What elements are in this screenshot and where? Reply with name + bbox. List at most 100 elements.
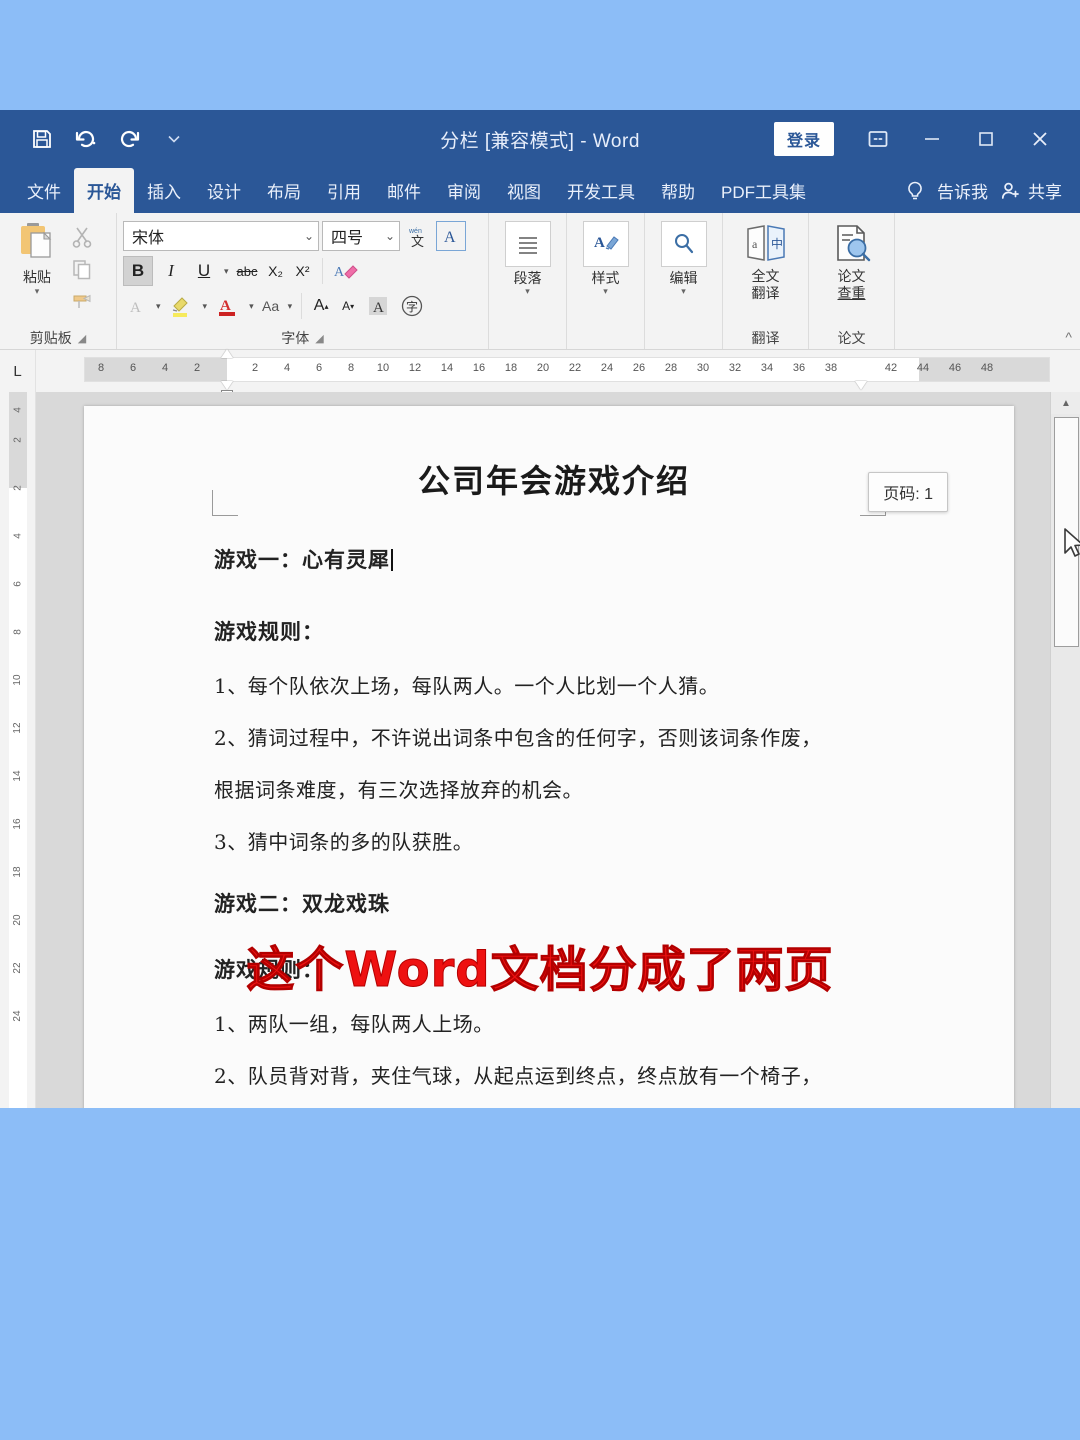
paragraph-button[interactable]: 段落 ▾	[495, 217, 560, 296]
ruler-tick: 4	[12, 407, 24, 413]
ruler-tick: 2	[12, 437, 24, 443]
tab-layout[interactable]: 布局	[254, 168, 314, 213]
text-effects-icon[interactable]: A	[123, 291, 151, 321]
font-color-caret-icon[interactable]: ▾	[247, 301, 256, 312]
copy-icon[interactable]	[68, 255, 96, 283]
font-dialog-launcher-icon[interactable]: ◢	[315, 332, 323, 345]
lightbulb-icon[interactable]	[905, 180, 925, 202]
first-line-indent-marker[interactable]	[221, 349, 233, 358]
superscript-button[interactable]: X²	[291, 256, 315, 286]
ribbon-display-options-icon[interactable]	[852, 119, 904, 159]
translate-icon: a中	[740, 221, 792, 265]
ruler-tick: 8	[347, 362, 355, 374]
doc-heading-game1: 游戏一：心有灵犀	[214, 544, 894, 574]
tab-home[interactable]: 开始	[74, 168, 134, 213]
doc-heading-game2: 游戏二：双龙戏珠	[214, 891, 390, 916]
tab-insert[interactable]: 插入	[134, 168, 194, 213]
cut-icon[interactable]	[68, 223, 96, 251]
vertical-scrollbar[interactable]: ▲	[1050, 392, 1080, 1108]
thesis-group-label: 论文	[837, 330, 866, 346]
text-caret	[391, 549, 393, 571]
character-shading-icon[interactable]: A	[363, 291, 393, 321]
save-icon[interactable]	[22, 121, 62, 157]
change-case-caret-icon[interactable]: ▾	[286, 301, 295, 312]
thesis-label-line2: 查重	[837, 285, 866, 301]
tab-design[interactable]: 设计	[194, 168, 254, 213]
tab-references[interactable]: 引用	[314, 168, 374, 213]
minimize-icon[interactable]	[906, 119, 958, 159]
chevron-down-icon[interactable]: ⌄	[304, 229, 314, 243]
bold-button[interactable]: B	[123, 256, 153, 286]
undo-icon[interactable]	[66, 121, 106, 157]
document-page[interactable]: 公司年会游戏介绍 游戏一：心有灵犀 游戏规则： 1、每个队依次上场，每队两人。一…	[84, 406, 1014, 1108]
sign-in-button[interactable]: 登录	[773, 122, 834, 156]
font-group-text: 字体	[281, 330, 310, 346]
enclose-characters-icon[interactable]: 字	[396, 291, 428, 321]
subscript-button[interactable]: X₂	[264, 256, 288, 286]
title-bar: 分栏 [兼容模式] - Word 登录	[0, 110, 1080, 168]
close-icon[interactable]	[1014, 119, 1066, 159]
strikethrough-button[interactable]: abc	[234, 256, 261, 286]
svg-text:字: 字	[406, 299, 418, 314]
text-highlight-color-icon[interactable]	[166, 291, 198, 321]
ruler-tick: 12	[12, 722, 24, 734]
tab-mailings[interactable]: 邮件	[374, 168, 434, 213]
horizontal-ruler-bar[interactable]: 8 6 4 2 2 4 6 8 10 12 14 16 18 20 22 24 26 28 30 32 34 36 38 42…	[84, 349, 1050, 398]
share-person-icon[interactable]	[1000, 180, 1022, 202]
thesis-check-button[interactable]: 论文 查重	[817, 217, 887, 302]
italic-button[interactable]: I	[156, 256, 186, 286]
character-border-icon[interactable]: A	[436, 221, 466, 251]
tab-pdf-toolkit[interactable]: PDF工具集	[708, 168, 819, 213]
tab-stop-selector[interactable]: L	[0, 350, 36, 392]
tab-developer[interactable]: 开发工具	[554, 168, 648, 213]
ruler-tick: 12	[408, 362, 422, 374]
font-size-combo[interactable]: 四号 ⌄	[322, 221, 400, 251]
underline-button[interactable]: U	[189, 256, 219, 286]
hanging-indent-marker[interactable]	[221, 381, 233, 390]
highlight-caret-icon[interactable]: ▾	[201, 301, 210, 312]
tab-file[interactable]: 文件	[14, 168, 74, 213]
clipboard-dialog-launcher-icon[interactable]: ◢	[78, 332, 86, 345]
share-button[interactable]: 共享	[1028, 168, 1066, 213]
text-effects-caret-icon[interactable]: ▾	[154, 301, 163, 312]
maximize-icon[interactable]	[960, 119, 1012, 159]
paragraph-caret-icon[interactable]: ▾	[525, 287, 530, 296]
ruler-left-margin-zone	[85, 358, 227, 381]
tab-review[interactable]: 审阅	[434, 168, 494, 213]
font-color-icon[interactable]: A	[212, 291, 244, 321]
styles-button[interactable]: A 样式 ▾	[573, 217, 638, 296]
styles-group-label	[573, 327, 638, 349]
chevron-down-icon[interactable]: ⌄	[385, 229, 395, 243]
tab-help[interactable]: 帮助	[648, 168, 708, 213]
clear-formatting-icon[interactable]: A	[330, 256, 362, 286]
document-canvas[interactable]: 公司年会游戏介绍 游戏一：心有灵犀 游戏规则： 1、每个队依次上场，每队两人。一…	[36, 392, 1080, 1108]
grow-font-button[interactable]: A ▴	[309, 291, 333, 321]
ruler-tick: 24	[12, 1010, 24, 1022]
tab-view[interactable]: 视图	[494, 168, 554, 213]
bold-label: B	[131, 261, 145, 280]
underline-caret-icon[interactable]: ▾	[222, 266, 231, 277]
change-case-button[interactable]: Aa	[259, 291, 283, 321]
scroll-up-arrow-icon[interactable]: ▲	[1051, 392, 1080, 414]
paste-button[interactable]: 粘贴 ▾	[6, 217, 68, 296]
paste-caret-icon[interactable]: ▾	[35, 287, 40, 296]
shrink-font-button[interactable]: A ▾	[336, 291, 360, 321]
right-indent-marker[interactable]	[855, 381, 867, 390]
format-painter-icon[interactable]	[68, 287, 96, 315]
ruler-row: L 8 6 4 2 2 4 6 8 10 12 14 16 18 20 22 24 26 28 30 32 34 36 38…	[0, 349, 1080, 398]
horizontal-ruler[interactable]: 8 6 4 2 2 4 6 8 10 12 14 16 18 20 22 24 26 28 30 32 34 36 38 42…	[36, 349, 1080, 398]
vertical-ruler[interactable]: 4 2 2 4 6 8 10 12 14 16 18 20 22 24	[0, 392, 36, 1108]
tell-me-button[interactable]: 告诉我	[931, 168, 994, 213]
ribbon-group-filler	[894, 213, 1080, 349]
full-text-translate-button[interactable]: a中 全文 翻译	[731, 217, 801, 302]
redo-icon[interactable]	[110, 121, 150, 157]
font-name-combo[interactable]: 宋体 ⌄	[123, 221, 319, 251]
customize-qat-icon[interactable]	[154, 121, 194, 157]
editing-caret-icon[interactable]: ▾	[681, 287, 686, 296]
editing-button[interactable]: 编辑 ▾	[651, 217, 716, 296]
ruler-tick: 8	[97, 362, 105, 374]
phonetic-guide-icon[interactable]: wén 文	[403, 221, 433, 251]
styles-caret-icon[interactable]: ▾	[603, 287, 608, 296]
font-row-3: A ▾ ▾ A ▾ Aa ▾ A ▴ A ▾ A 字	[123, 291, 482, 321]
collapse-ribbon-icon[interactable]: ^	[1065, 329, 1072, 345]
